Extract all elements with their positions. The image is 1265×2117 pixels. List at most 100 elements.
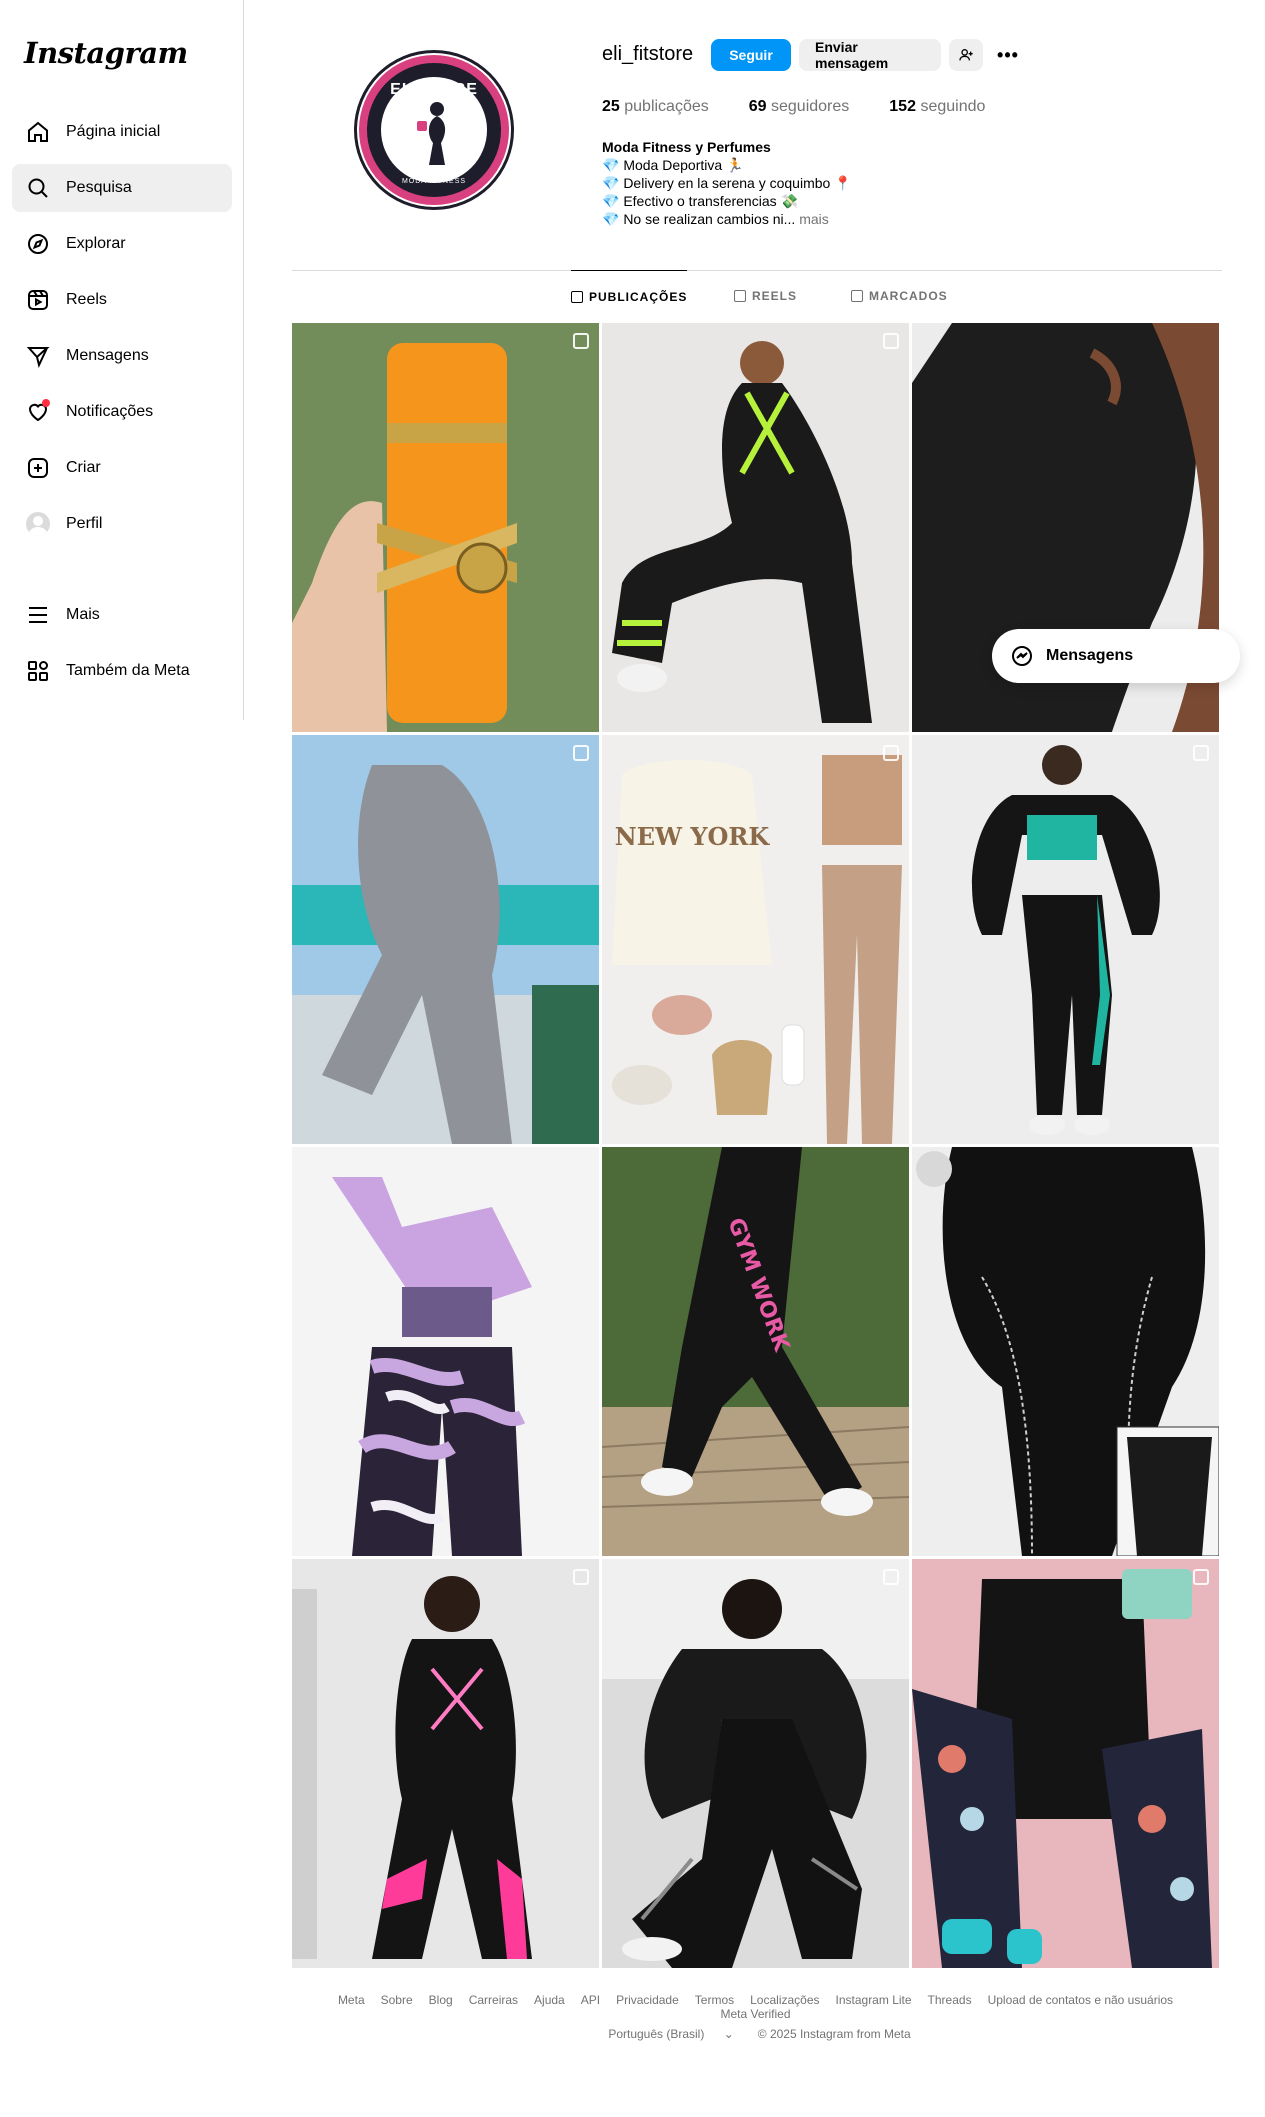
sidebar-item-create[interactable]: Criar — [12, 444, 232, 492]
reels-icon — [24, 286, 52, 314]
sidebar-item-also-from-meta[interactable]: Também da Meta — [12, 647, 232, 695]
reel-badge-icon — [573, 333, 589, 349]
profile-bio: Moda Fitness y Perfumes 💎 Moda Deportiva… — [602, 138, 852, 228]
sidebar-item-label: Mensagens — [66, 347, 149, 364]
post-tile[interactable] — [292, 323, 599, 732]
footer-link[interactable]: Instagram Lite — [836, 1993, 912, 2007]
instagram-logo[interactable]: Instagram — [24, 36, 188, 70]
sidebar: Instagram Página inicial Pesquisa Explor… — [0, 0, 244, 720]
avatar — [24, 510, 52, 538]
messenger-icon — [1012, 646, 1032, 666]
bio-line: 💎 Moda Deportiva 🏃 — [602, 157, 744, 173]
sidebar-item-home[interactable]: Página inicial — [12, 108, 232, 156]
sidebar-item-messages[interactable]: Mensagens — [12, 332, 232, 380]
followers-stat[interactable]: 69 seguidores — [749, 98, 850, 116]
post-image — [912, 735, 1219, 1144]
post-tile[interactable] — [292, 1147, 599, 1556]
sidebar-item-label: Pesquisa — [66, 179, 132, 196]
bio-line: 💎 Delivery en la serena y coquimbo 📍 — [602, 175, 852, 191]
footer-link[interactable]: API — [581, 1993, 600, 2007]
post-tile[interactable] — [292, 735, 599, 1144]
sidebar-nav: Página inicial Pesquisa Explorar Reels M… — [12, 108, 232, 556]
post-tile[interactable]: GYM WORK — [602, 1147, 909, 1556]
sidebar-item-notifications[interactable]: Notificações — [12, 388, 232, 436]
sidebar-item-explore[interactable]: Explorar — [12, 220, 232, 268]
sidebar-item-label: Também da Meta — [66, 662, 190, 679]
post-image: NEW YORK — [602, 735, 909, 1144]
footer-link[interactable]: Termos — [695, 1993, 734, 2007]
language-select[interactable]: Português (Brasil) ⌄ — [600, 2027, 741, 2041]
footer-link[interactable]: Localizações — [750, 1993, 819, 2007]
more-options-button[interactable]: ••• — [991, 39, 1025, 71]
footer-link[interactable]: Threads — [928, 1993, 972, 2007]
post-tile[interactable] — [912, 1147, 1219, 1556]
footer-link[interactable]: Privacidade — [616, 1993, 679, 2007]
post-image: GYM WORK — [602, 1147, 909, 1556]
bio-more-link[interactable]: mais — [799, 211, 829, 227]
copyright: © 2025 Instagram from Meta — [757, 2027, 911, 2041]
compass-icon — [24, 230, 52, 258]
sidebar-item-more[interactable]: Mais — [12, 591, 232, 639]
notification-dot — [42, 399, 50, 407]
tab-posts[interactable]: PUBLICAÇÕES — [571, 270, 688, 322]
post-tile[interactable]: NEW YORK — [602, 735, 909, 1144]
menu-icon — [24, 601, 52, 629]
tab-tagged[interactable]: MARCADOS — [851, 270, 948, 322]
fitness-figure-icon — [417, 102, 446, 165]
profile-username[interactable]: eli_fitstore — [602, 43, 693, 66]
sidebar-item-profile[interactable]: Perfil — [12, 500, 232, 548]
footer-link[interactable]: Meta Verified — [720, 2007, 790, 2021]
sidebar-item-label: Reels — [66, 291, 107, 308]
post-image — [292, 1147, 599, 1556]
post-image — [912, 1559, 1219, 1968]
post-tile[interactable] — [602, 323, 909, 732]
send-icon — [24, 342, 52, 370]
post-tile[interactable] — [912, 735, 1219, 1144]
sidebar-item-label: Página inicial — [66, 123, 161, 140]
sidebar-item-reels[interactable]: Reels — [12, 276, 232, 324]
footer-link[interactable]: Blog — [429, 1993, 453, 2007]
post-text-newyork: NEW YORK — [615, 822, 771, 851]
posts-stat: 25 publicações — [602, 98, 709, 115]
avatar-brand-text: ELISTORE — [390, 81, 478, 98]
post-image — [292, 323, 599, 732]
follow-button[interactable]: Seguir — [711, 39, 791, 71]
sidebar-bottom: Mais Também da Meta — [12, 591, 232, 703]
footer-link[interactable]: Upload de contatos e não usuários — [988, 1993, 1173, 2007]
floating-messages-button[interactable]: Mensagens — [992, 629, 1240, 683]
tagged-icon — [851, 290, 863, 302]
post-image — [602, 1559, 909, 1968]
tab-reels[interactable]: REELS — [734, 270, 797, 322]
floating-messages-label: Mensagens — [1046, 647, 1134, 664]
carousel-icon — [883, 1569, 899, 1585]
carousel-icon — [1193, 1569, 1209, 1585]
profile-avatar[interactable]: ELISTORE MODA FITNESS — [359, 55, 509, 205]
post-image — [602, 323, 909, 732]
sidebar-item-label: Perfil — [66, 515, 103, 532]
bio-line-truncated: 💎 No se realizan cambios ni... mais — [602, 211, 829, 227]
footer-link[interactable]: Meta — [338, 1993, 365, 2007]
footer-link[interactable]: Ajuda — [534, 1993, 565, 2007]
sidebar-item-search[interactable]: Pesquisa — [12, 164, 232, 212]
carousel-icon — [883, 745, 899, 761]
suggest-users-button[interactable] — [949, 39, 983, 71]
post-image — [912, 1147, 1219, 1556]
add-user-icon — [959, 49, 973, 61]
profile-stats: 25 publicações 69 seguidores 152 seguind… — [602, 98, 1025, 116]
footer-bottom: Português (Brasil) ⌄ © 2025 Instagram fr… — [292, 2027, 1219, 2041]
following-stat[interactable]: 152 seguindo — [889, 98, 985, 116]
search-icon — [24, 174, 52, 202]
bio-line: 💎 Efectivo o transferencias 💸 — [602, 193, 798, 209]
post-tile[interactable] — [602, 1559, 909, 1968]
sidebar-item-label: Mais — [66, 606, 100, 623]
send-message-button[interactable]: Enviar mensagem — [799, 39, 941, 71]
post-tile[interactable] — [292, 1559, 599, 1968]
meta-apps-icon — [24, 657, 52, 685]
footer-links: Meta Sobre Blog Carreiras Ajuda API Priv… — [292, 1993, 1219, 2021]
sidebar-item-label: Explorar — [66, 235, 126, 252]
home-icon — [24, 118, 52, 146]
footer-link[interactable]: Sobre — [381, 1993, 413, 2007]
post-image — [292, 1559, 599, 1968]
footer-link[interactable]: Carreiras — [469, 1993, 518, 2007]
post-tile[interactable] — [912, 1559, 1219, 1968]
